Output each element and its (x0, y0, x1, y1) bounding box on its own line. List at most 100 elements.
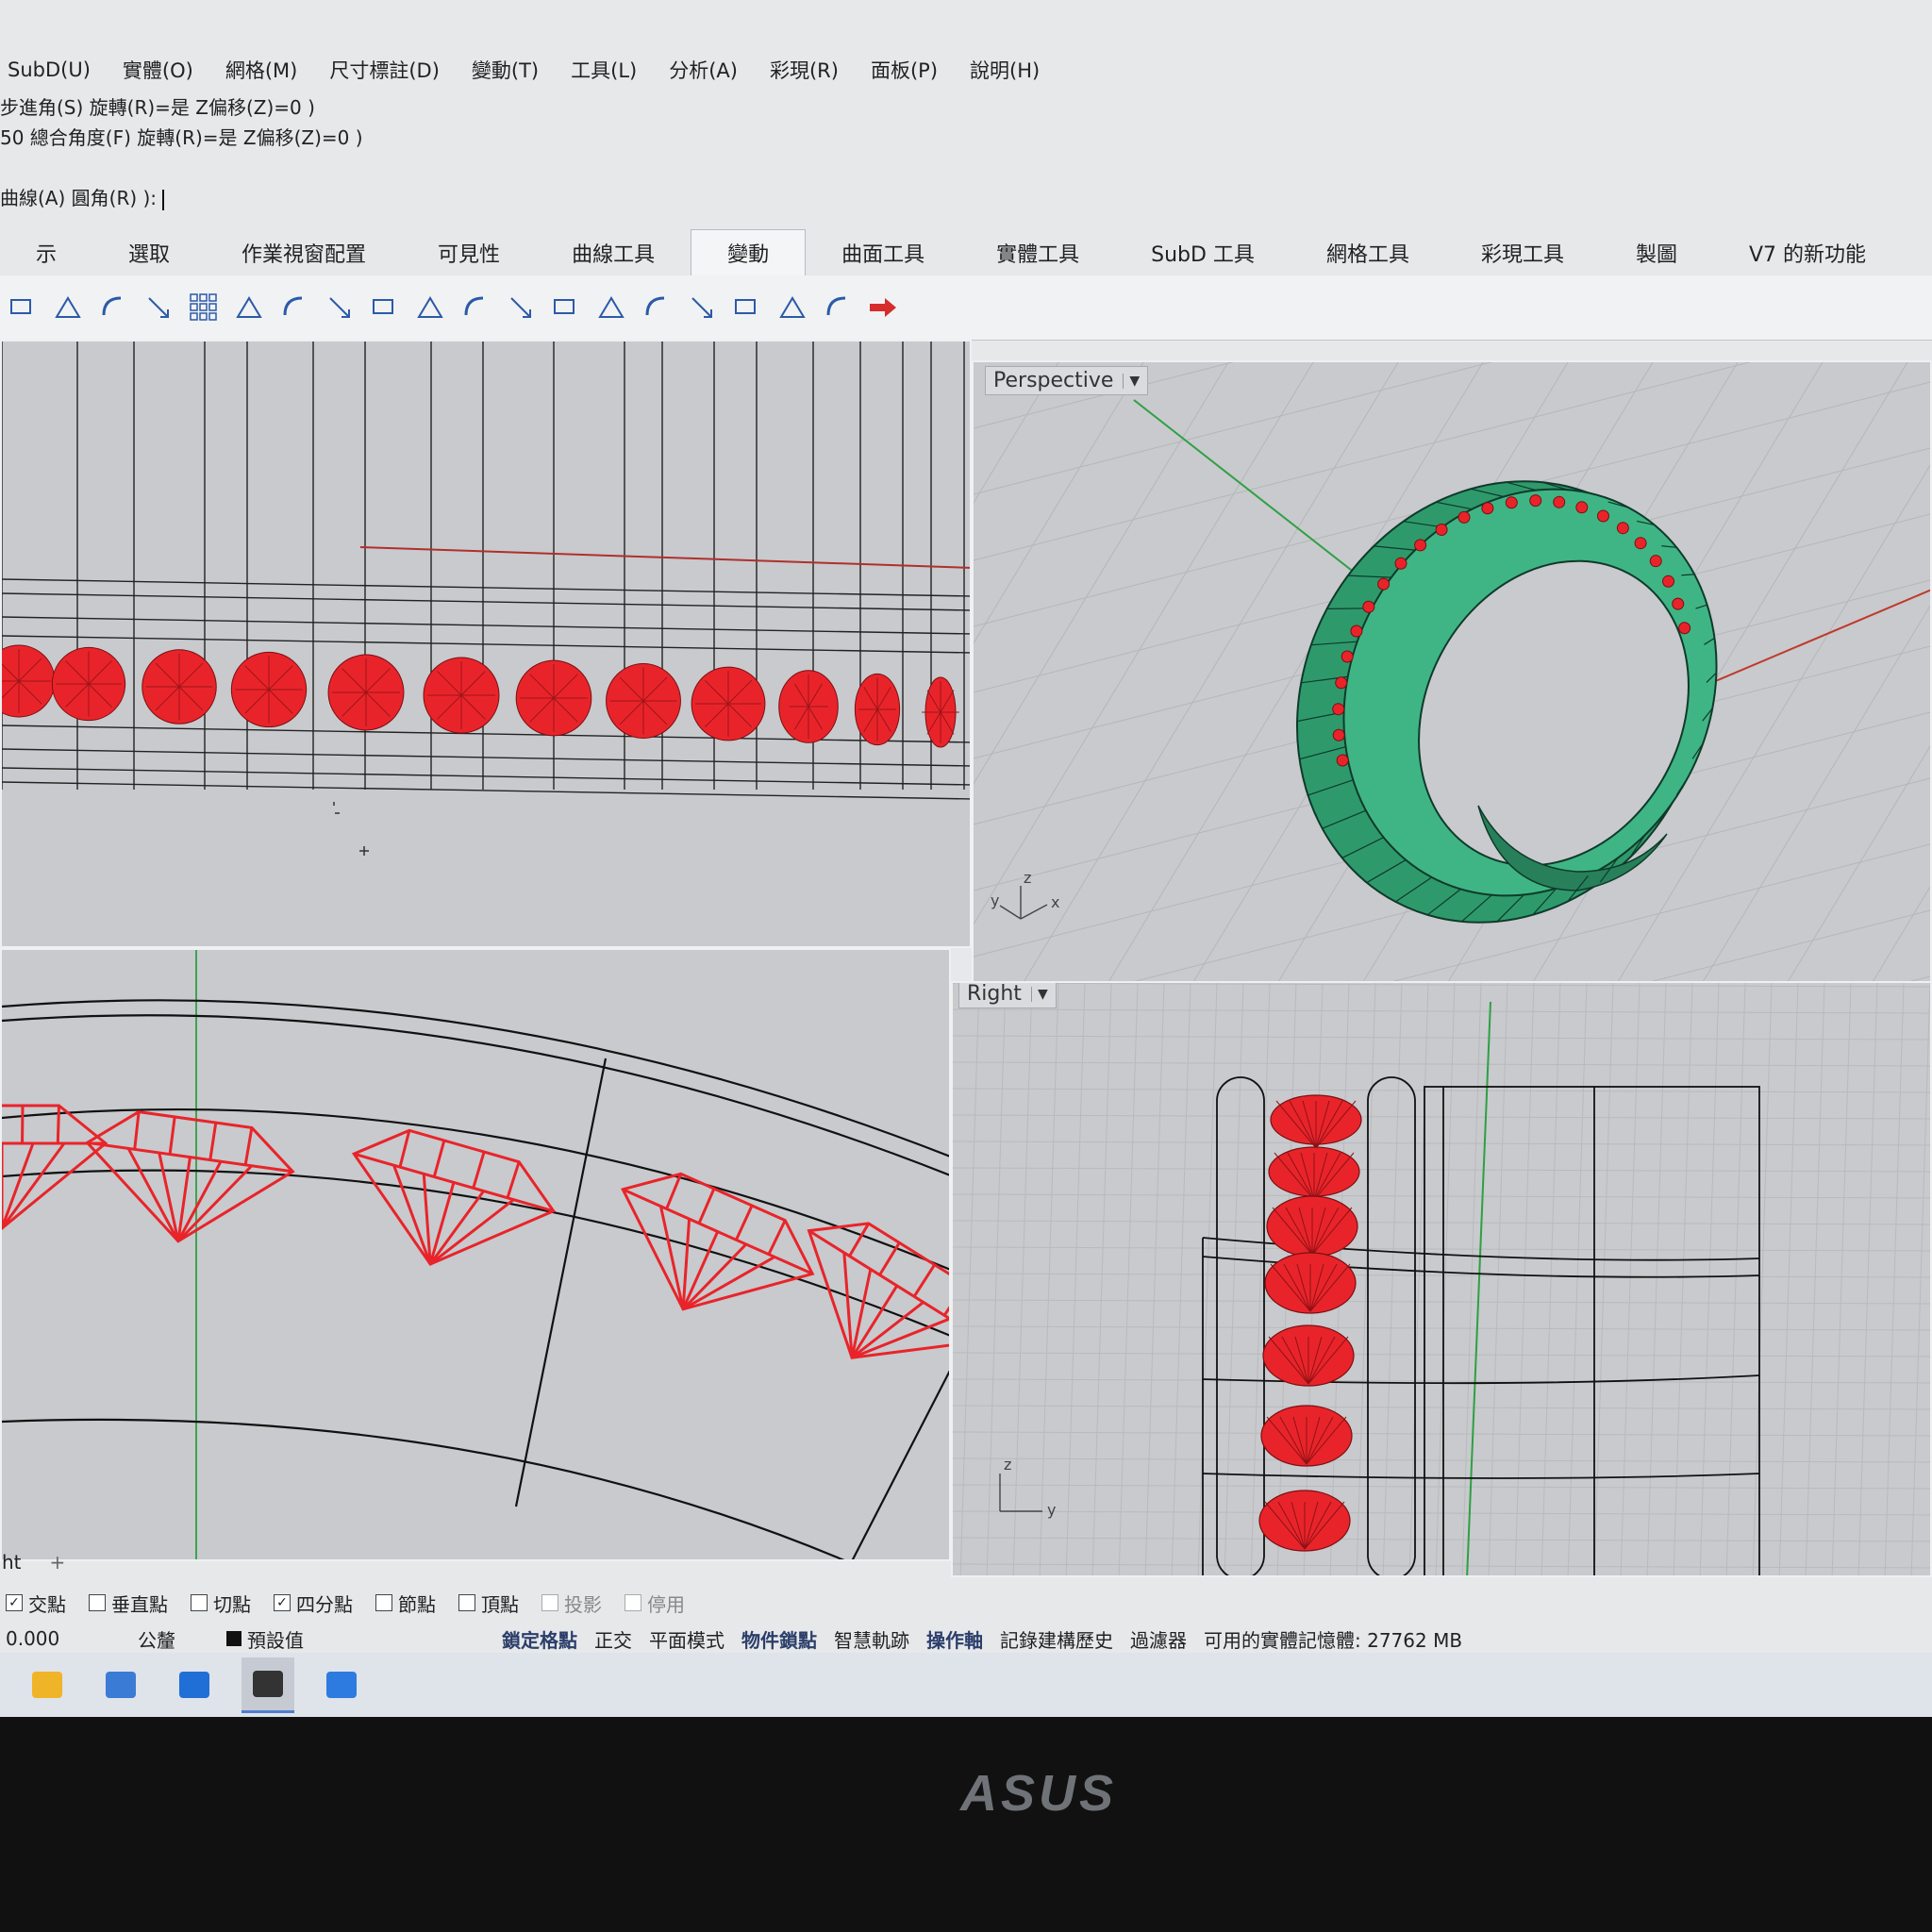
status-pane-button[interactable]: 記錄建構歷史 (1000, 1625, 1113, 1653)
checkbox-icon[interactable] (89, 1594, 106, 1611)
gem-dot (1362, 600, 1375, 613)
gem-wireframe (230, 651, 308, 728)
ribbon-tab[interactable]: 曲線工具 (536, 238, 691, 275)
ribbon-tab[interactable]: 彩現工具 (1445, 238, 1600, 275)
osnap-toggle[interactable]: 切點 (191, 1590, 251, 1617)
status-pane-button[interactable]: 平面模式 (649, 1625, 724, 1653)
chevron-down-icon[interactable]: ▼ (1123, 373, 1140, 389)
osnap-label: 交點 (28, 1592, 66, 1616)
flow-icon[interactable] (640, 291, 674, 325)
shear-icon[interactable] (549, 291, 583, 325)
command-history-line-1: 步進角(S) 旋轉(R)=是 Z偏移(Z)=0 ) (0, 96, 315, 119)
gem-dot (1634, 537, 1647, 550)
ribbon-tab[interactable]: 變動 (691, 229, 807, 275)
viewport-top[interactable] (0, 340, 972, 948)
bend-icon[interactable] (458, 291, 492, 325)
current-layer[interactable]: 預設值 (247, 1625, 502, 1653)
polar-array-icon[interactable] (232, 291, 266, 325)
scale-icon[interactable] (142, 291, 175, 325)
rhino-icon[interactable] (242, 1657, 294, 1713)
array-curve-icon[interactable] (323, 291, 357, 325)
osnap-label: 頂點 (481, 1592, 519, 1616)
ribbon-tab[interactable]: 曲面工具 (806, 238, 960, 275)
checkbox-icon[interactable] (458, 1594, 475, 1611)
checkbox-icon[interactable] (541, 1594, 558, 1611)
ribbon-tab[interactable]: 選取 (92, 238, 206, 275)
arrow-red-icon[interactable] (866, 291, 900, 325)
menu-item[interactable]: 彩現(R) (770, 56, 839, 84)
ribbon-tab[interactable]: SubD 工具 (1115, 238, 1291, 275)
orient-icon[interactable] (277, 291, 311, 325)
menu-item[interactable]: 面板(P) (871, 56, 938, 84)
extrude-icon[interactable] (821, 291, 855, 325)
gem-dot (1336, 754, 1349, 767)
photos-icon[interactable] (315, 1658, 368, 1711)
file-explorer-icon[interactable] (21, 1658, 74, 1711)
ribbon-tab[interactable]: V7 的新功能 (1713, 238, 1902, 275)
chevron-down-icon[interactable]: ▼ (1030, 986, 1048, 1002)
viewport-tab[interactable]: ht (2, 1551, 22, 1574)
osnap-toggle[interactable]: 節點 (375, 1590, 436, 1617)
osnap-label: 停用 (647, 1592, 685, 1616)
command-prompt[interactable]: 曲線(A) 圓角(R) ): (0, 183, 1132, 213)
mail-icon[interactable] (168, 1658, 221, 1711)
gem-dot (1505, 496, 1518, 509)
ribbon-tab[interactable]: 可見性 (402, 238, 536, 275)
menu-item[interactable]: 工具(L) (571, 56, 637, 84)
osnap-toggle[interactable]: ✓ 四分點 (274, 1590, 353, 1617)
array-icon[interactable] (187, 291, 221, 325)
gem-wireframe (51, 646, 126, 722)
ribbon-tab[interactable]: 實體工具 (960, 238, 1115, 275)
gem-wireframe (327, 654, 405, 731)
gem-wireframe (423, 657, 500, 734)
project-icon[interactable] (775, 291, 809, 325)
cage-edit-icon[interactable] (685, 291, 719, 325)
ribbon-tab[interactable]: 製圖 (1600, 238, 1713, 275)
status-pane-button[interactable]: 智慧軌跡 (834, 1625, 909, 1653)
menu-item[interactable]: 網格(M) (225, 56, 298, 84)
viewport-right[interactable]: z y Right ▼ (951, 981, 1932, 1577)
osnap-toggle[interactable]: ✓ 交點 (6, 1590, 66, 1617)
ribbon-tab[interactable]: 示 (0, 238, 92, 275)
unit-readout[interactable]: 公釐 (138, 1625, 223, 1653)
ribbon-tab[interactable]: 作業視窗配置 (206, 238, 402, 275)
move-icon[interactable] (6, 291, 40, 325)
menu-item[interactable]: 變動(T) (472, 56, 539, 84)
status-pane-button[interactable]: 過濾器 (1130, 1625, 1187, 1653)
rotate-icon[interactable] (96, 291, 130, 325)
status-pane-button[interactable]: 正交 (594, 1625, 632, 1653)
status-pane-button[interactable]: 物件鎖點 (741, 1625, 817, 1653)
menu-item[interactable]: 分析(A) (669, 56, 738, 84)
osnap-toggle[interactable]: 垂直點 (89, 1590, 168, 1617)
checkbox-checked-icon[interactable]: ✓ (274, 1594, 291, 1611)
command-prompt-text: 曲線(A) 圓角(R) ): (0, 187, 158, 209)
osnap-toggle[interactable]: 投影 (541, 1590, 602, 1617)
viewport-perspective[interactable]: z x y Perspective ▼ (972, 360, 1932, 985)
twist-icon[interactable] (594, 291, 628, 325)
add-viewport-tab-button[interactable]: + (50, 1551, 66, 1574)
viewport-label-right[interactable]: Right ▼ (958, 983, 1057, 1008)
viewport-front[interactable] (0, 948, 951, 1561)
taper-icon[interactable] (504, 291, 538, 325)
osnap-toggle[interactable]: 頂點 (458, 1590, 519, 1617)
gem-dot (1649, 555, 1662, 568)
copy-icon[interactable] (51, 291, 85, 325)
store-icon[interactable] (94, 1658, 147, 1711)
menu-item[interactable]: 實體(O) (123, 56, 193, 84)
align-icon[interactable] (368, 291, 402, 325)
checkbox-icon[interactable] (191, 1594, 208, 1611)
menu-item[interactable]: SubD(U) (8, 58, 91, 81)
viewport-label-perspective[interactable]: Perspective ▼ (985, 366, 1149, 395)
checkbox-icon[interactable] (375, 1594, 392, 1611)
menu-item[interactable]: 說明(H) (970, 56, 1040, 84)
right-view-gem-column (1258, 1094, 1362, 1552)
osnap-toggle[interactable]: 停用 (625, 1590, 685, 1617)
mirror-icon[interactable] (413, 291, 447, 325)
checkbox-checked-icon[interactable]: ✓ (6, 1594, 23, 1611)
ribbon-tab[interactable]: 網格工具 (1291, 238, 1445, 275)
status-pane-button[interactable]: 鎖定格點 (502, 1625, 577, 1653)
flow-surface-icon[interactable] (730, 291, 764, 325)
status-pane-button[interactable]: 操作軸 (926, 1625, 983, 1653)
checkbox-icon[interactable] (625, 1594, 641, 1611)
menu-item[interactable]: 尺寸標註(D) (329, 56, 440, 84)
